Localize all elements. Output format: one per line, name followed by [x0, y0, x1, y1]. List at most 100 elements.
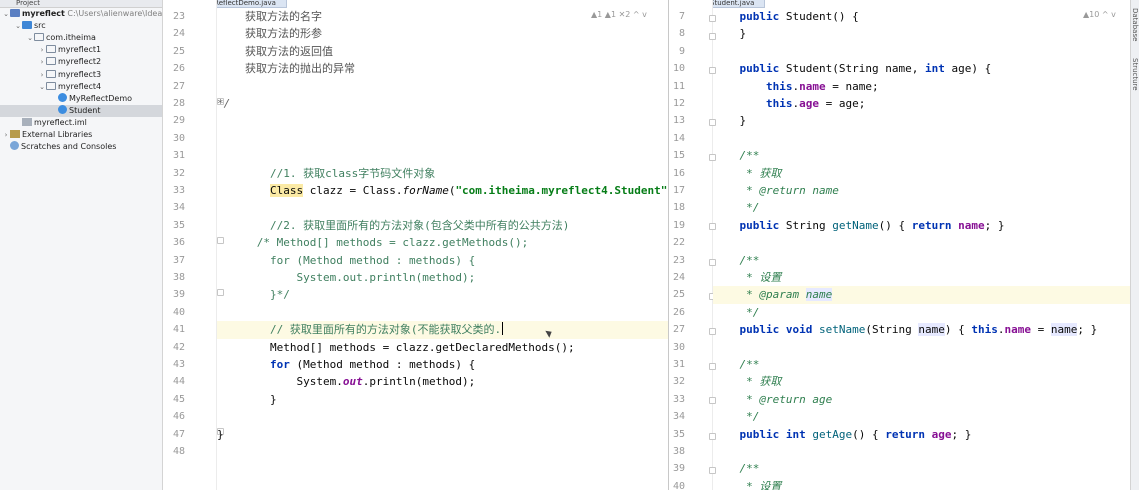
tree-item-label: Student: [69, 105, 101, 115]
code-line[interactable]: [217, 130, 668, 147]
code-line[interactable]: [217, 443, 668, 460]
code-line[interactable]: }: [713, 112, 1130, 129]
chevron-down-icon[interactable]: ⌄: [26, 32, 34, 44]
line-number: 16: [672, 167, 685, 179]
code-line[interactable]: [713, 339, 1130, 356]
line-number: 11: [672, 80, 685, 92]
line-number: 44: [172, 376, 185, 388]
code-line[interactable]: public Student(String name, int age) {: [713, 60, 1130, 77]
code-line[interactable]: [217, 304, 668, 321]
code-line[interactable]: for (Method method : methods) {: [217, 356, 668, 373]
line-number: 34: [672, 411, 685, 423]
code-line[interactable]: [217, 199, 668, 216]
code-line[interactable]: for (Method method : methods) {: [217, 252, 668, 269]
code-line[interactable]: */: [217, 95, 668, 112]
code-line[interactable]: */: [713, 199, 1130, 216]
code-line[interactable]: // 获取里面所有的方法对象(不能获取父类的.: [217, 321, 668, 339]
line-number: 39: [172, 289, 185, 301]
line-number: 27: [672, 324, 685, 336]
chevron-right-icon[interactable]: ›: [38, 44, 46, 56]
code-line[interactable]: /**: [713, 252, 1130, 269]
tree-item-myreflect3[interactable]: › myreflect3: [0, 69, 162, 81]
line-number: 42: [172, 341, 185, 353]
tree-item-src[interactable]: ⌄ src: [0, 20, 162, 32]
project-panel-header[interactable]: Project: [0, 0, 162, 8]
chevron-right-icon[interactable]: ›: [38, 69, 46, 81]
tree-item-myreflect4[interactable]: ⌄ myreflect4: [0, 81, 162, 93]
code-line[interactable]: /**: [713, 460, 1130, 477]
code-line[interactable]: [713, 130, 1130, 147]
code-line[interactable]: /**: [713, 147, 1130, 164]
module-icon: [10, 9, 20, 17]
code-line[interactable]: * 设置: [713, 478, 1130, 490]
code-line[interactable]: 获取方法的名字: [217, 8, 668, 25]
chevron-down-icon[interactable]: ⌄: [38, 81, 46, 93]
code-line[interactable]: this.name = name;: [713, 78, 1130, 95]
code-line[interactable]: * 获取: [713, 165, 1130, 182]
code-line[interactable]: 获取方法的形参: [217, 25, 668, 42]
code-line[interactable]: public void setName(String name) { this.…: [713, 321, 1130, 338]
code-line[interactable]: /* Method[] methods = clazz.getMethods()…: [217, 234, 668, 251]
iml-icon: [22, 117, 32, 126]
code-line[interactable]: }: [217, 426, 668, 443]
code-line[interactable]: /**: [713, 356, 1130, 373]
package-icon: [46, 81, 56, 90]
tree-item-student[interactable]: Student: [0, 104, 162, 117]
database-tool-button[interactable]: Database: [1131, 8, 1139, 41]
code-line[interactable]: Class clazz = Class.forName("com.itheima…: [217, 182, 668, 199]
code-area[interactable]: 获取方法的名字 获取方法的形参 获取方法的返回值 获取方法的抛出的异常 */ //…: [217, 0, 668, 490]
code-line[interactable]: public int getAge() { return age; }: [713, 426, 1130, 443]
module-path: C:\Users\alienware\IdeaProj: [67, 9, 163, 18]
code-line[interactable]: [713, 43, 1130, 60]
code-line[interactable]: public String getName() { return name; }: [713, 217, 1130, 234]
code-line[interactable]: * @return age: [713, 391, 1130, 408]
tree-item-myreflect2[interactable]: › myreflect2: [0, 56, 162, 68]
tree-item-myreflect-iml[interactable]: myreflect.iml: [0, 117, 162, 129]
line-number: 33: [172, 185, 185, 196]
code-line[interactable]: */: [713, 304, 1130, 321]
code-line[interactable]: * 设置: [713, 269, 1130, 286]
line-number: 37: [172, 254, 185, 266]
tree-item-com-itheima[interactable]: ⌄ com.itheima: [0, 32, 162, 44]
tree-item-myreflect1[interactable]: › myreflect1: [0, 44, 162, 56]
code-line[interactable]: //1. 获取class字节码文件对象: [217, 165, 668, 182]
code-line[interactable]: */: [713, 408, 1130, 425]
code-line[interactable]: }: [217, 391, 668, 408]
code-line[interactable]: }: [713, 25, 1130, 42]
editor-myreflectdemo[interactable]: MyReflectDemo.java ▲1 ▲1 ✕2 ^ v 23 24 25 26…: [163, 0, 669, 490]
code-line[interactable]: public Student() {: [713, 8, 1130, 25]
tree-item-scratches-and-consoles[interactable]: Scratches and Consoles: [0, 141, 162, 153]
chevron-right-icon[interactable]: ›: [2, 129, 10, 141]
line-number: 43: [172, 359, 185, 370]
chevron-down-icon[interactable]: ⌄: [14, 20, 22, 32]
tree-item-external-libraries[interactable]: › External Libraries: [0, 129, 162, 141]
code-line[interactable]: }*/: [217, 286, 668, 303]
tree-item-label: myreflect.iml: [34, 117, 87, 127]
tree-item-myreflectdemo[interactable]: MyReflectDemo: [0, 92, 162, 105]
chevron-down-icon[interactable]: ⌄: [2, 8, 10, 20]
code-line[interactable]: 获取方法的返回值: [217, 43, 668, 60]
code-line[interactable]: [217, 112, 668, 129]
code-line[interactable]: [217, 147, 668, 164]
line-number: 40: [672, 480, 685, 490]
chevron-right-icon[interactable]: ›: [38, 56, 46, 68]
code-line[interactable]: * 获取: [713, 373, 1130, 390]
code-line[interactable]: Method[] methods = clazz.getDeclaredMeth…: [217, 339, 668, 356]
line-number: 13: [672, 115, 685, 127]
tree-item-myreflect[interactable]: ⌄ myreflect C:\Users\alienware\IdeaProj: [0, 8, 163, 20]
code-line[interactable]: [217, 78, 668, 95]
structure-tool-button[interactable]: Structure: [1131, 58, 1139, 91]
editor-student[interactable]: Student.java ▲10 ^ v 7 8 9 10 11 12 13 14 15 16 17…: [669, 0, 1130, 490]
line-number: 36: [172, 237, 185, 249]
code-line[interactable]: System.out.println(method);: [217, 269, 668, 286]
code-line[interactable]: [713, 234, 1130, 251]
code-area[interactable]: public Student() { } public Student(Stri…: [713, 0, 1130, 490]
code-line[interactable]: * @param name: [713, 286, 1130, 304]
code-line[interactable]: //2. 获取里面所有的方法对象(包含父类中所有的公共方法): [217, 217, 668, 234]
code-line[interactable]: * @return name: [713, 182, 1130, 199]
code-line[interactable]: 获取方法的抛出的异常: [217, 60, 668, 77]
code-line[interactable]: System.out.println(method);: [217, 373, 668, 390]
code-line[interactable]: [217, 408, 668, 425]
code-line[interactable]: this.age = age;: [713, 95, 1130, 112]
code-line[interactable]: [713, 443, 1130, 460]
